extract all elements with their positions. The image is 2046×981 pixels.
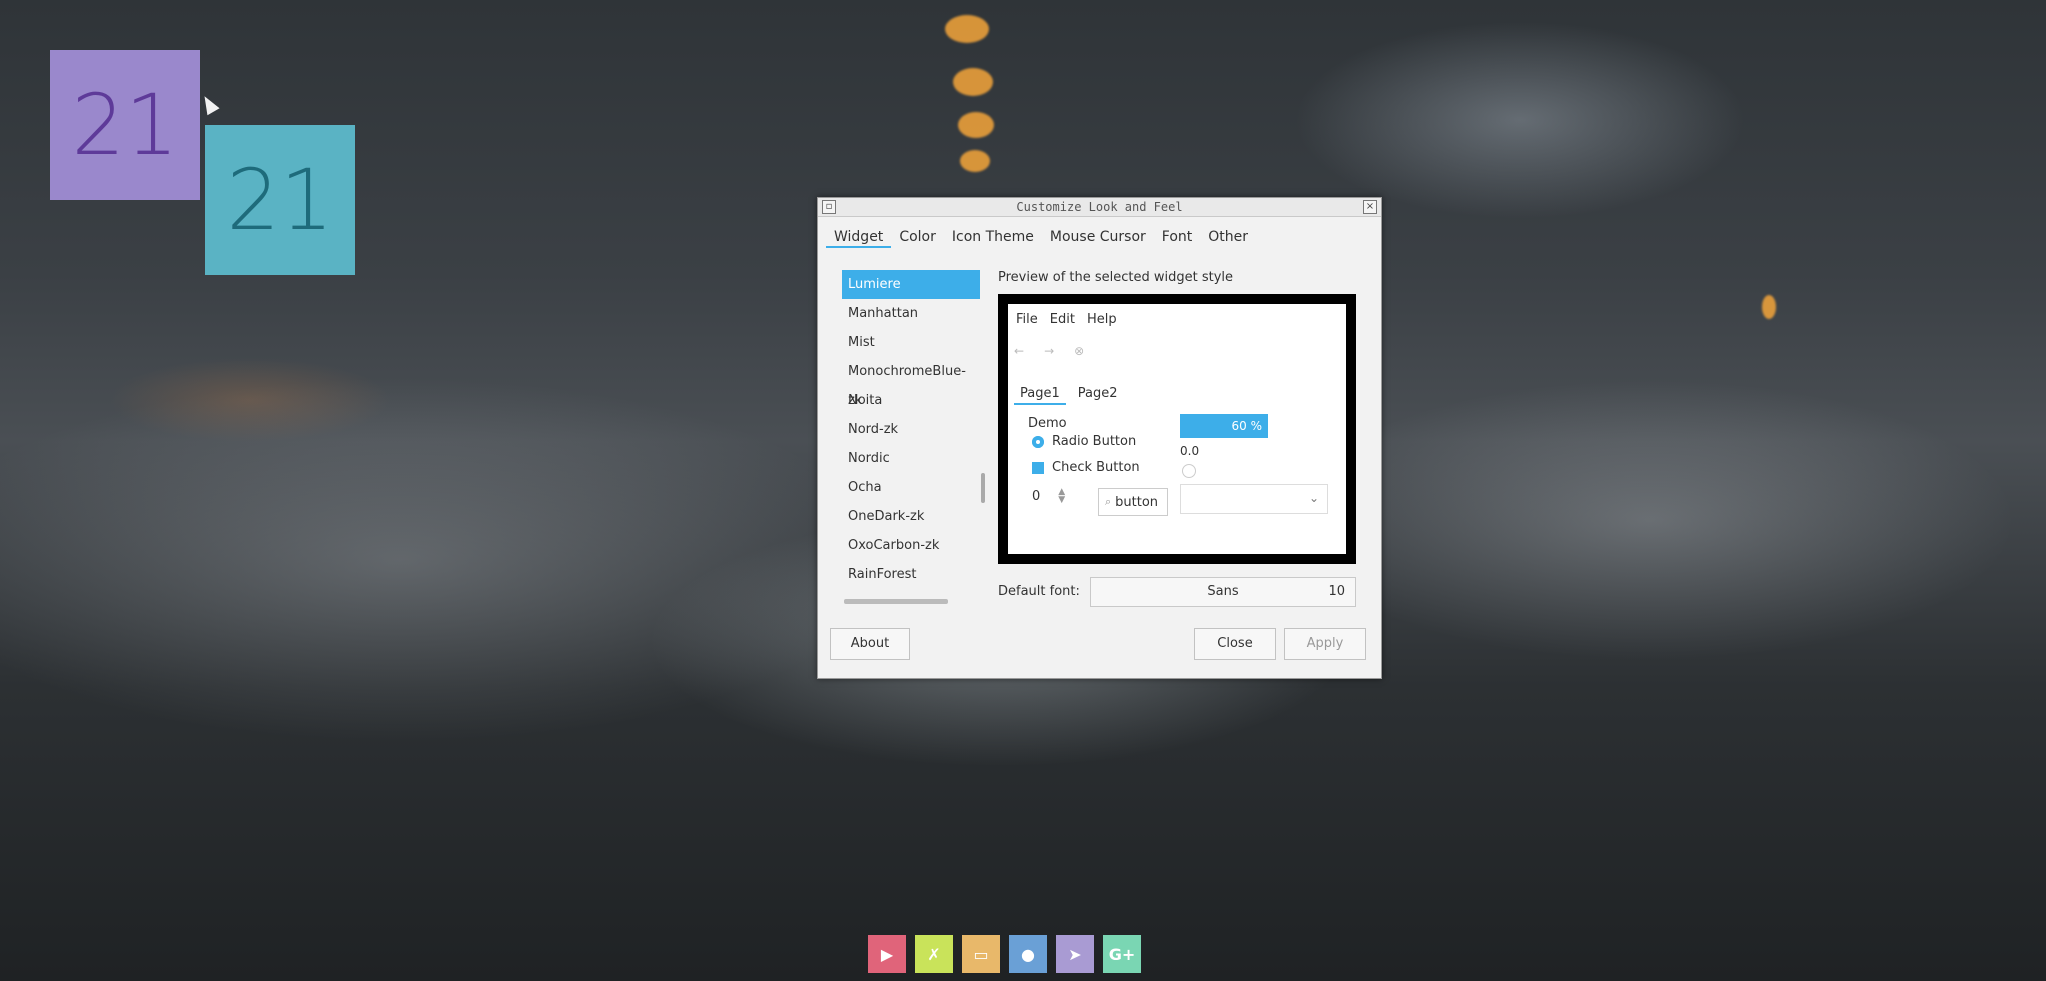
tab-mouse-cursor[interactable]: Mouse Cursor (1042, 226, 1154, 248)
apply-button[interactable]: Apply (1284, 628, 1366, 660)
telegram-icon[interactable]: ➤ (1056, 935, 1094, 973)
check-label: Check Button (1052, 460, 1140, 475)
youtube-icon[interactable]: ▶ (868, 935, 906, 973)
preview-tabs: Page1 Page2 (1014, 384, 1124, 405)
theme-list-vertical-scrollbar[interactable] (981, 473, 985, 503)
clock-widget-teal[interactable]: 21 (205, 125, 355, 275)
preview-menubar: File Edit Help (1016, 312, 1117, 327)
chevron-down-icon: ⌄ (1308, 491, 1319, 505)
forward-arrow-icon[interactable]: → (1044, 344, 1054, 358)
reddit-icon[interactable]: ● (1009, 935, 1047, 973)
tab-widget[interactable]: Widget (826, 226, 892, 248)
theme-item[interactable]: MonochromeBlue-zk (842, 357, 980, 408)
radio-label: Radio Button (1052, 434, 1137, 449)
checkbox-icon (1032, 461, 1044, 474)
theme-list[interactable]: Lumiere Manhattan Mist MonochromeBlue-zk… (842, 270, 980, 604)
dock: ▶ ✗ ▭ ● ➤ G+ (868, 935, 1141, 973)
search-button-label: button (1115, 494, 1159, 510)
preview-tab-page2[interactable]: Page2 (1072, 384, 1124, 405)
preview-combobox[interactable]: ⌄ (1180, 484, 1328, 514)
titlebar[interactable]: ▫ Customize Look and Feel × (818, 198, 1381, 217)
tab-bar: Widget Color Icon Theme Mouse Cursor Fon… (826, 226, 1256, 248)
tab-color[interactable]: Color (891, 226, 944, 248)
theme-item[interactable]: OneDark-zk (842, 502, 980, 531)
theme-item[interactable]: Ocha (842, 473, 980, 502)
theme-item[interactable]: Mist (842, 328, 980, 357)
about-button[interactable]: About (830, 628, 910, 660)
close-icon[interactable]: × (1363, 200, 1377, 214)
preview-menu-help[interactable]: Help (1087, 312, 1117, 327)
back-arrow-icon[interactable]: ← (1014, 344, 1024, 358)
default-font-button[interactable]: Sans 10 (1090, 577, 1356, 607)
theme-item[interactable]: OxoCarbon-zk (842, 531, 980, 560)
preview-spinbox[interactable]: 0 ▲ ▼ (1032, 488, 1065, 505)
preview-search-button[interactable]: ⌕ button (1098, 488, 1168, 516)
bag-icon[interactable]: ▭ (962, 935, 1000, 973)
theme-item[interactable]: Nord-zk (842, 415, 980, 444)
default-font-label: Default font: (998, 584, 1080, 599)
spin-arrows-icon[interactable]: ▲ ▼ (1058, 488, 1065, 505)
theme-item[interactable]: Manhattan (842, 299, 980, 328)
theme-item[interactable]: Nordic (842, 444, 980, 473)
preview-unchecked-radio[interactable] (1182, 464, 1196, 478)
preview-radio-button[interactable]: Radio Button (1032, 434, 1136, 449)
radio-icon (1032, 435, 1044, 448)
mouse-cursor-icon (198, 92, 220, 116)
window-title: Customize Look and Feel (1016, 200, 1183, 214)
font-size: 10 (1328, 584, 1345, 599)
bokeh-light (945, 15, 989, 43)
preview-menu-edit[interactable]: Edit (1050, 312, 1075, 327)
search-icon: ⌕ (1105, 495, 1112, 508)
tab-font[interactable]: Font (1154, 226, 1200, 248)
preview-progress-bar: 60 % (1180, 414, 1268, 438)
theme-item[interactable]: Lumiere (842, 270, 980, 299)
tab-icon-theme[interactable]: Icon Theme (944, 226, 1042, 248)
preview-check-button[interactable]: Check Button (1032, 460, 1140, 475)
preview-tab-page1[interactable]: Page1 (1014, 384, 1066, 405)
deviantart-icon[interactable]: ✗ (915, 935, 953, 973)
preview-label: Preview of the selected widget style (998, 270, 1234, 285)
theme-item[interactable]: RainForest (842, 560, 980, 589)
theme-item[interactable]: Noita (842, 386, 980, 415)
bokeh-light (1762, 295, 1776, 319)
preview-menu-file[interactable]: File (1016, 312, 1038, 327)
bokeh-light (958, 112, 994, 138)
google-plus-icon[interactable]: G+ (1103, 935, 1141, 973)
clock-widget-purple[interactable]: 21 (50, 50, 200, 200)
spin-value: 0 (1032, 488, 1041, 504)
close-button[interactable]: Close (1194, 628, 1276, 660)
bokeh-light (953, 68, 993, 96)
font-name: Sans (1207, 584, 1239, 599)
preview-slider-value: 0.0 (1180, 444, 1200, 458)
preview-toolbar: ← → ⊗ (1014, 344, 1084, 358)
preview-frame: File Edit Help ← → ⊗ Page1 Page2 Demo Ra… (998, 294, 1356, 564)
customize-look-and-feel-dialog: ▫ Customize Look and Feel × Widget Color… (817, 197, 1382, 679)
theme-list-horizontal-scrollbar[interactable] (844, 599, 948, 604)
stop-icon[interactable]: ⊗ (1074, 344, 1084, 358)
tab-other[interactable]: Other (1200, 226, 1256, 248)
preview-demo-label: Demo (1028, 416, 1067, 431)
bokeh-light (960, 150, 990, 172)
preview-area: File Edit Help ← → ⊗ Page1 Page2 Demo Ra… (1008, 304, 1346, 554)
